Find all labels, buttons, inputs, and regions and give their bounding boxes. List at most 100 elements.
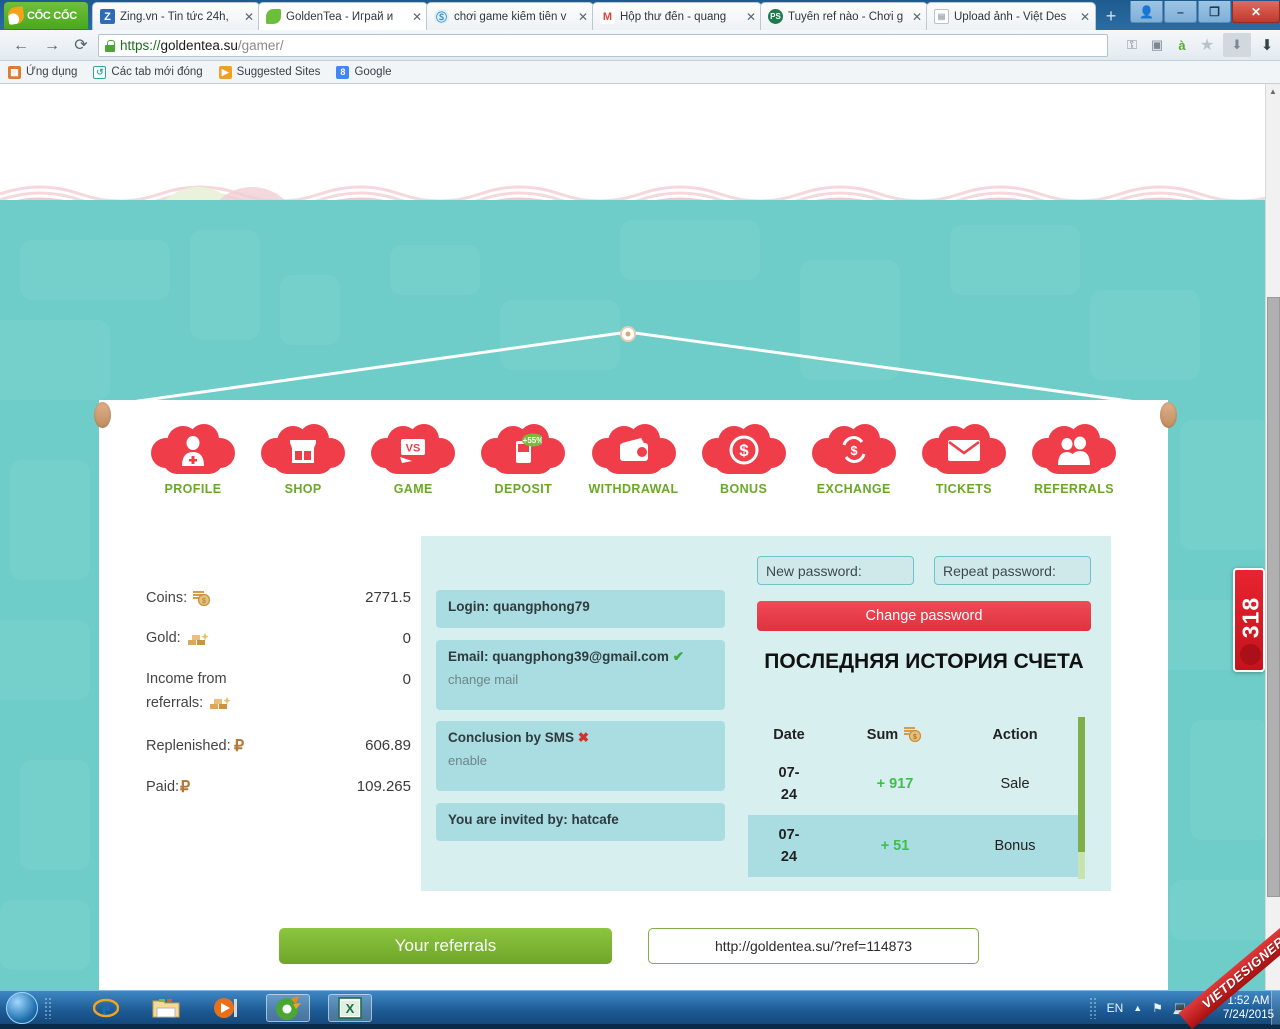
repeat-password-placeholder: Repeat password: bbox=[943, 562, 1056, 579]
sidebar-item-shop[interactable]: SHOP bbox=[251, 424, 355, 514]
sidebar-item-referrals[interactable]: REFERRALS bbox=[1022, 424, 1126, 514]
tab-title: Zing.vn - Tin tức 24h, bbox=[120, 10, 229, 23]
address-bar-icons: ⚿ ▣ à ★ ⬇ ⬇ bbox=[1123, 33, 1276, 57]
sidebar-item-label: GAME bbox=[393, 482, 433, 496]
forward-button[interactable]: → bbox=[41, 35, 63, 57]
change-mail-link[interactable]: change mail bbox=[448, 672, 713, 687]
bookmark-suggested-sites[interactable]: ▶ Suggested Sites bbox=[218, 65, 320, 79]
sidebar-item-label: BONUS bbox=[720, 482, 768, 496]
flag-icon[interactable]: ⚑ bbox=[1152, 1001, 1163, 1015]
url-text: https://goldentea.su/gamer/ bbox=[120, 38, 284, 53]
user-account-button[interactable]: 👤 bbox=[1130, 1, 1163, 23]
eye-icon bbox=[1240, 644, 1261, 665]
browser-tab-2[interactable]: Ⓢ chơi game kiếm tiền v ✕ bbox=[426, 2, 594, 30]
tab-title: Upload ảnh - Việt Des bbox=[954, 10, 1067, 23]
your-referrals-button[interactable]: Your referrals bbox=[279, 928, 612, 964]
new-password-input[interactable]: New password: bbox=[757, 556, 914, 585]
sidebar-item-label: PROFILE bbox=[164, 482, 222, 496]
inviter-box: You are invited by: hatcafe bbox=[436, 803, 725, 841]
bookmark-recent-tabs[interactable]: ↺ Các tab mới đóng bbox=[93, 65, 203, 79]
sidebar-item-withdrawal[interactable]: WITHDRAWAL bbox=[582, 424, 686, 514]
tab-close-icon[interactable]: ✕ bbox=[1079, 11, 1091, 23]
scroll-up-arrow[interactable]: ▲ bbox=[1266, 84, 1280, 99]
sidebar-item-bonus[interactable]: $ BONUS bbox=[692, 424, 796, 514]
bookmark-label: Ứng dụng bbox=[26, 66, 78, 78]
accent-icon[interactable]: à bbox=[1173, 36, 1191, 54]
sms-box: Conclusion by SMS ✖ enable bbox=[436, 721, 725, 791]
download-icon[interactable]: ⬇ bbox=[1258, 36, 1276, 54]
key-icon[interactable]: ⚿ bbox=[1123, 36, 1141, 54]
clock-time: 1:52 AM bbox=[1227, 994, 1270, 1007]
tab-favicon-page-icon: ▤ bbox=[934, 9, 949, 24]
svg-text:e: e bbox=[102, 999, 110, 1020]
bookmark-label: Google bbox=[354, 66, 392, 78]
browser-tab-3[interactable]: M Hộp thư đến - quang ✕ bbox=[592, 2, 762, 30]
sidebar-item-label: EXCHANGE bbox=[816, 482, 891, 496]
taskbar-clock[interactable]: 1:52 AM 7/24/2015 bbox=[1223, 994, 1274, 1023]
ruble-icon: ₽ bbox=[180, 778, 193, 798]
gold-bars-icon bbox=[208, 695, 232, 714]
taskbar-internet-explorer-icon[interactable]: e bbox=[84, 994, 128, 1022]
sidebar-item-label: SHOP bbox=[284, 482, 322, 496]
bonus-coin-icon: $ bbox=[701, 424, 786, 476]
floating-counter-badge[interactable]: 318 bbox=[1233, 568, 1265, 672]
scrollbar-thumb[interactable] bbox=[1267, 297, 1280, 897]
taskbar-excel-icon[interactable]: X bbox=[328, 994, 372, 1022]
sidebar-item-tickets[interactable]: TICKETS bbox=[912, 424, 1016, 514]
sidebar-item-exchange[interactable]: $ EXCHANGE bbox=[802, 424, 906, 514]
back-button[interactable]: ← bbox=[10, 35, 32, 57]
change-password-button[interactable]: Change password bbox=[757, 601, 1091, 631]
tab-close-icon[interactable]: ✕ bbox=[411, 11, 423, 23]
taskbar-file-explorer-icon[interactable] bbox=[144, 994, 188, 1022]
sidebar-item-deposit[interactable]: +55% DEPOSIT bbox=[471, 424, 575, 514]
close-window-button[interactable]: ✕ bbox=[1232, 1, 1280, 23]
column-header-sum: Sum $ bbox=[830, 725, 960, 746]
sidebar-item-game[interactable]: VS GAME bbox=[361, 424, 465, 514]
download-tray-icon[interactable]: ⬇ bbox=[1223, 33, 1251, 57]
tab-close-icon[interactable]: ✕ bbox=[577, 11, 589, 23]
address-bar[interactable]: https://goldentea.su/gamer/ bbox=[98, 34, 1108, 57]
exchange-icon: $ bbox=[811, 424, 896, 476]
history-scrollbar[interactable] bbox=[1078, 717, 1085, 879]
taskbar-coccoc-browser-icon[interactable] bbox=[266, 994, 310, 1022]
browser-tab-4[interactable]: PS Tuyển ref nào - Chơi g ✕ bbox=[760, 2, 928, 30]
browser-tab-5[interactable]: ▤ Upload ảnh - Việt Des ✕ bbox=[926, 2, 1096, 30]
enable-sms-link[interactable]: enable bbox=[448, 753, 713, 768]
chevron-up-icon[interactable]: ▲ bbox=[1133, 1003, 1142, 1013]
show-desktop-button[interactable] bbox=[1271, 991, 1280, 1025]
maximize-button[interactable]: ❐ bbox=[1198, 1, 1231, 23]
reload-button[interactable]: ⟳ bbox=[70, 35, 92, 57]
stat-label: Paid: bbox=[146, 779, 180, 795]
shop-icon bbox=[261, 424, 346, 476]
star-icon[interactable]: ★ bbox=[1198, 36, 1216, 54]
minimize-button[interactable]: – bbox=[1164, 1, 1197, 23]
windows-orb-icon[interactable] bbox=[6, 992, 38, 1024]
bookmark-apps[interactable]: ▦ Ứng dụng bbox=[8, 65, 78, 79]
svg-text:X: X bbox=[346, 1001, 355, 1016]
taskbar-media-player-icon[interactable] bbox=[204, 994, 248, 1022]
stat-row-coins: Coins: $ 2771.5 bbox=[146, 589, 411, 630]
table-row: 07- 24 + 51 Bonus bbox=[748, 815, 1078, 877]
page-scrollbar[interactable]: ▲ bbox=[1265, 84, 1280, 990]
history-scrollbar-thumb[interactable] bbox=[1078, 717, 1085, 852]
svg-text:VS: VS bbox=[406, 443, 421, 455]
tab-close-icon[interactable]: ✕ bbox=[745, 11, 757, 23]
repeat-password-input[interactable]: Repeat password: bbox=[934, 556, 1091, 585]
tab-close-icon[interactable]: ✕ bbox=[911, 11, 923, 23]
referral-link-field[interactable]: http://goldentea.su/?ref=114873 bbox=[648, 928, 979, 964]
coccoc-app-button[interactable]: CỐC CỐC bbox=[4, 2, 88, 29]
bookmark-google[interactable]: 8 Google bbox=[336, 65, 392, 79]
new-tab-button[interactable]: + bbox=[1100, 7, 1122, 27]
stat-label-line2: referrals: bbox=[146, 695, 204, 711]
language-indicator[interactable]: EN bbox=[1107, 1001, 1124, 1015]
translate-icon[interactable]: ▣ bbox=[1148, 36, 1166, 54]
tab-close-icon[interactable]: ✕ bbox=[243, 11, 255, 23]
stat-value: 0 bbox=[402, 630, 411, 647]
sidebar-item-profile[interactable]: PROFILE bbox=[141, 424, 245, 514]
browser-tab-1[interactable]: GoldenTea - Играй и ✕ bbox=[258, 2, 428, 30]
browser-tab-0[interactable]: Z Zing.vn - Tin tức 24h, ✕ bbox=[92, 2, 260, 30]
svg-text:$: $ bbox=[913, 734, 917, 741]
stat-value: 606.89 bbox=[365, 737, 411, 754]
site-nav: PROFILE SHOP VS GAME +55% DEPOSIT WITHDR… bbox=[99, 424, 1168, 514]
svg-text:₽: ₽ bbox=[234, 738, 244, 753]
